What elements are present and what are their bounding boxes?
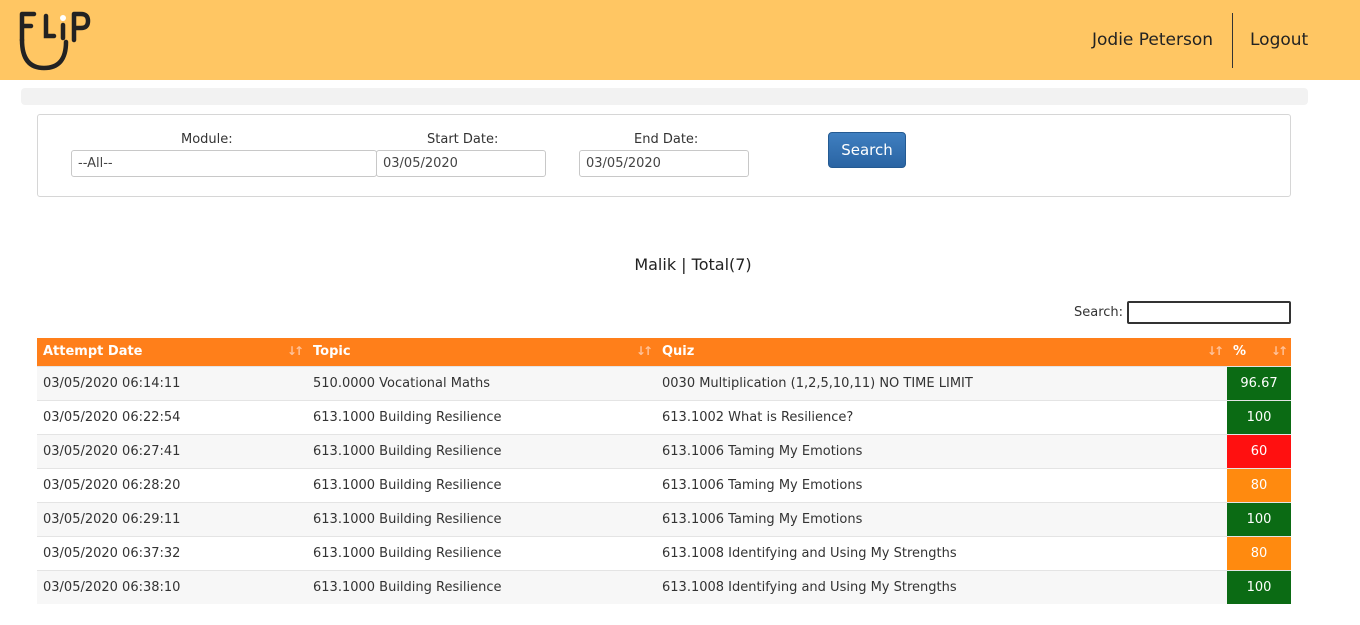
percent-cell: 60 [1227,433,1291,468]
attempt-date-cell: 03/05/2020 06:28:20 [37,467,307,502]
sort-icon: ↓↑ [1206,344,1224,358]
quiz-cell: 0030 Multiplication (1,2,5,10,11) NO TIM… [656,365,1227,400]
attempt-date-cell: 03/05/2020 06:29:11 [37,501,307,536]
table-row: 03/05/2020 06:22:54 613.1000 Building Res… [37,399,1291,434]
table-row: 03/05/2020 06:38:10 613.1000 Building Res… [37,569,1291,604]
results-table: Attempt Date ↓↑ Topic ↓↑ Quiz ↓↑ % ↓↑ 03/05/… [37,338,1291,604]
start-date-label: Start Date: [427,132,499,147]
topic-cell: 510.0000 Vocational Maths [307,365,656,400]
attempt-date-cell: 03/05/2020 06:37:32 [37,535,307,570]
attempt-date-cell: 03/05/2020 06:27:41 [37,433,307,468]
percent-cell: 96.67 [1227,365,1291,400]
table-row: 03/05/2020 06:27:41 613.1000 Building Res… [37,433,1291,468]
topic-cell: 613.1000 Building Resilience [307,467,656,502]
module-label: Module: [181,132,233,147]
filter-panel: Module: --All-- Start Date: 03/05/2020 E… [37,114,1291,197]
quiz-cell: 613.1008 Identifying and Using My Streng… [656,535,1227,570]
quiz-cell: 613.1002 What is Resilience? [656,399,1227,434]
quiz-cell: 613.1006 Taming My Emotions [656,467,1227,502]
end-date-input[interactable]: 03/05/2020 [579,150,749,177]
topic-cell: 613.1000 Building Resilience [307,433,656,468]
header-divider [1232,13,1233,68]
sort-icon: ↓↑ [1270,344,1288,358]
percent-cell: 100 [1227,399,1291,434]
percent-cell: 100 [1227,501,1291,536]
logout-link[interactable]: Logout [1250,30,1308,50]
column-header-topic[interactable]: Topic ↓↑ [307,338,656,366]
percent-cell: 100 [1227,569,1291,604]
table-search-label: Search: [1074,305,1124,320]
topic-cell: 613.1000 Building Resilience [307,569,656,604]
sort-icon: ↓↑ [635,344,653,358]
attempt-date-cell: 03/05/2020 06:22:54 [37,399,307,434]
module-select[interactable]: --All-- [71,150,377,177]
breadcrumb-bar [21,88,1308,105]
topic-cell: 613.1000 Building Resilience [307,535,656,570]
attempt-date-cell: 03/05/2020 06:14:11 [37,365,307,400]
attempt-date-cell: 03/05/2020 06:38:10 [37,569,307,604]
column-header-percent[interactable]: % ↓↑ [1227,338,1291,366]
start-date-input[interactable]: 03/05/2020 [376,150,546,177]
end-date-label: End Date: [634,132,699,147]
flip-logo[interactable] [18,10,92,72]
table-search-input[interactable] [1127,301,1291,324]
table-row: 03/05/2020 06:28:20 613.1000 Building Res… [37,467,1291,502]
sort-icon: ↓↑ [286,344,304,358]
table-row: 03/05/2020 06:29:11 613.1000 Building Res… [37,501,1291,536]
percent-cell: 80 [1227,535,1291,570]
column-header-quiz[interactable]: Quiz ↓↑ [656,338,1227,366]
table-row: 03/05/2020 06:14:11 510.0000 Vocational M… [37,365,1291,400]
quiz-cell: 613.1006 Taming My Emotions [656,433,1227,468]
topic-cell: 613.1000 Building Resilience [307,399,656,434]
user-name: Jodie Peterson [1092,30,1214,50]
column-header-attempt-date[interactable]: Attempt Date ↓↑ [37,338,307,366]
percent-cell: 80 [1227,467,1291,502]
topic-cell: 613.1000 Building Resilience [307,501,656,536]
quiz-cell: 613.1008 Identifying and Using My Streng… [656,569,1227,604]
search-button[interactable]: Search [828,132,906,168]
app-header: Jodie Peterson Logout [0,0,1360,80]
table-row: 03/05/2020 06:37:32 613.1000 Building Res… [37,535,1291,570]
results-summary: Malik | Total(7) [634,255,752,274]
quiz-cell: 613.1006 Taming My Emotions [656,501,1227,536]
